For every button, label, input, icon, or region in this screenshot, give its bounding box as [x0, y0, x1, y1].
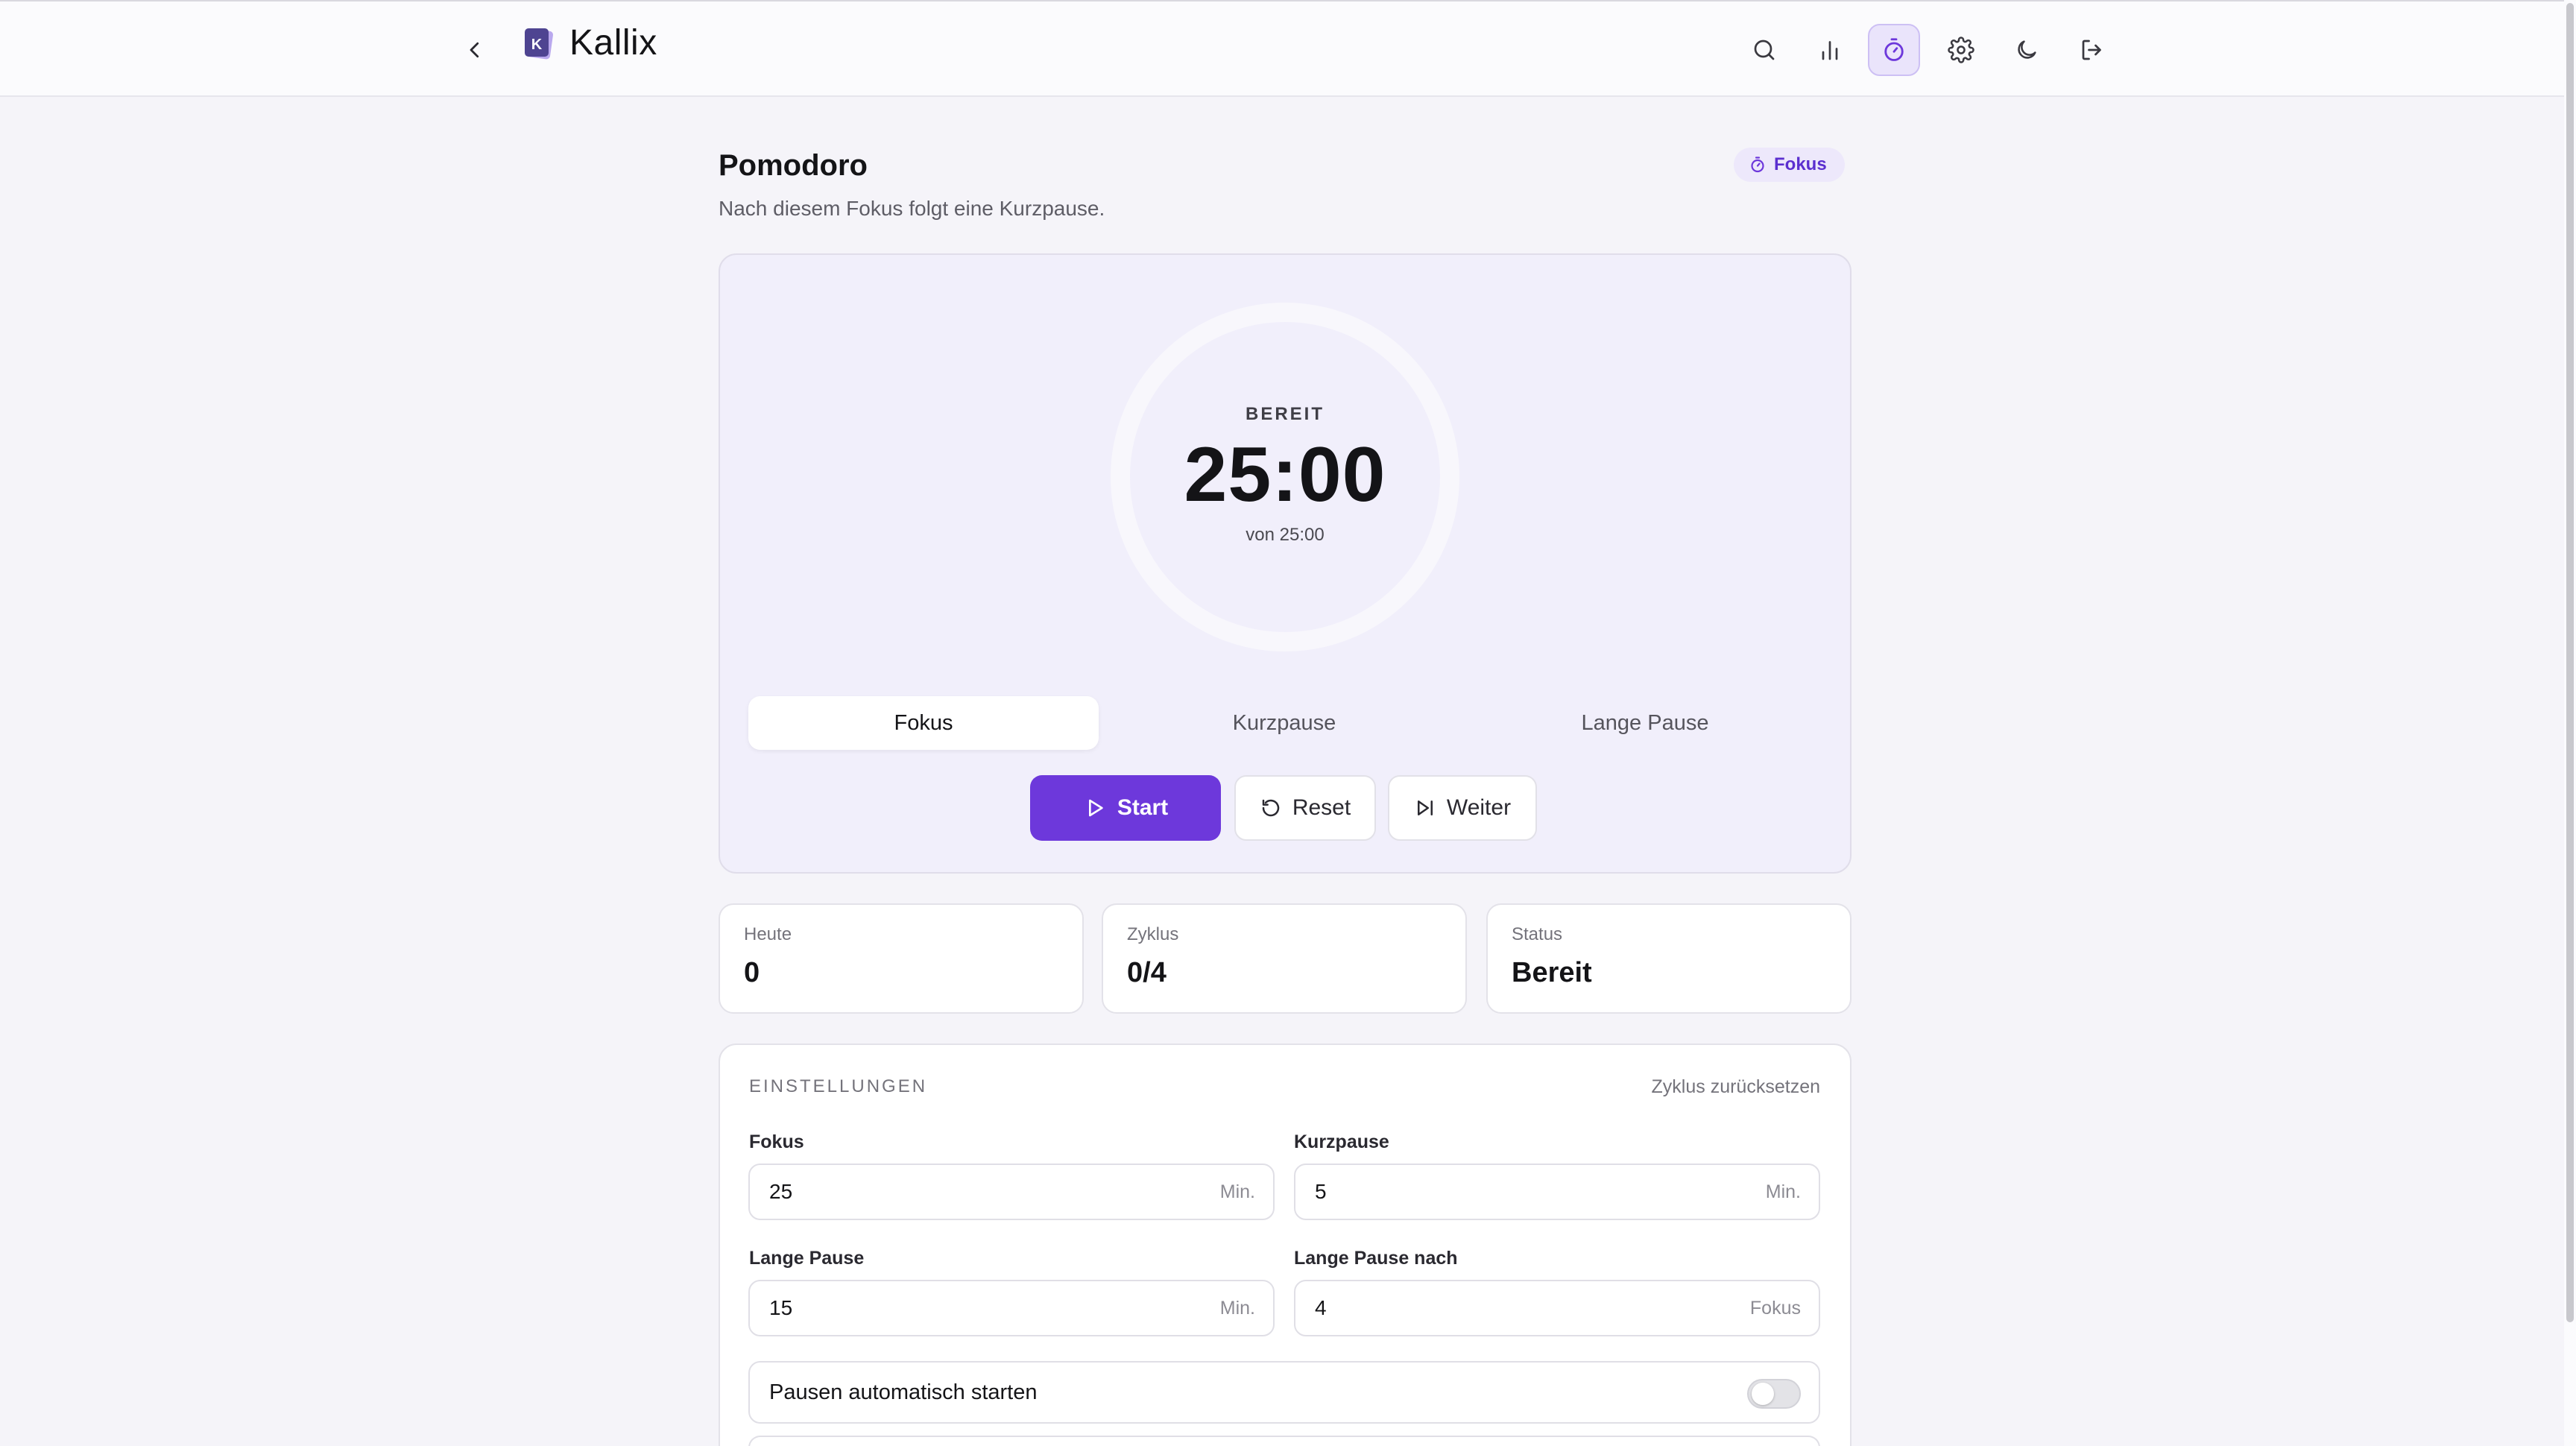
reset-icon	[1262, 799, 1280, 817]
stat-card-status: Status Bereit	[1486, 903, 1852, 1014]
timer-icon	[1751, 157, 1764, 173]
logout-icon	[2082, 40, 2101, 60]
field-label-fokus: Fokus	[749, 1131, 804, 1152]
auto-start-breaks-toggle[interactable]	[1747, 1379, 1801, 1409]
moon-icon	[2018, 40, 2036, 59]
stat-label: Zyklus	[1127, 924, 1179, 944]
stat-card-heute: Heute 0	[719, 903, 1084, 1014]
field-value: 5	[1315, 1180, 1327, 1203]
auto-start-breaks-row[interactable]: Pausen automatisch starten	[748, 1361, 1820, 1424]
toggle-knob	[1752, 1383, 1774, 1405]
stat-label: Heute	[744, 924, 792, 944]
scrollbar[interactable]	[2564, 0, 2576, 1446]
start-button[interactable]: Start	[1030, 775, 1221, 841]
auto-start-breaks-label: Pausen automatisch starten	[769, 1380, 1038, 1404]
skip-forward-icon	[1417, 801, 1433, 815]
timer-display: 25:00	[1184, 432, 1386, 518]
stat-label: Status	[1512, 924, 1563, 944]
timer-total: von 25:00	[1246, 525, 1325, 545]
mode-badge-label: Fokus	[1774, 154, 1827, 174]
logout-button[interactable]	[2066, 24, 2118, 76]
gear-icon	[1948, 37, 1974, 63]
app-header: K Kallix	[0, 1, 2564, 97]
field-label-lange-pause-nach: Lange Pause nach	[1294, 1248, 1458, 1269]
settings-button[interactable]	[1935, 24, 1987, 76]
tab-kurzpause[interactable]: Kurzpause	[1109, 696, 1459, 750]
timer-button[interactable]	[1868, 24, 1920, 76]
next-button-label: Weiter	[1446, 795, 1512, 820]
tab-lange-pause[interactable]: Lange Pause	[1470, 696, 1820, 750]
back-button[interactable]	[456, 31, 493, 69]
start-button-label: Start	[1117, 795, 1169, 820]
logo-letter: K	[531, 37, 543, 53]
stats-icon	[1822, 41, 1838, 60]
lange-pause-interval-input[interactable]: 4 Fokus	[1294, 1280, 1820, 1336]
fokus-duration-input[interactable]: 25 Min.	[748, 1164, 1275, 1220]
scrollbar-thumb[interactable]	[2566, 3, 2574, 1322]
stat-value: 0	[744, 957, 760, 988]
kallix-logo-icon[interactable]: K	[523, 27, 555, 63]
field-unit: Min.	[1219, 1298, 1255, 1319]
brand-name[interactable]: Kallix	[569, 22, 657, 63]
field-unit: Min.	[1765, 1181, 1801, 1202]
timer-icon	[1884, 38, 1904, 61]
page-subtitle: Nach diesem Fokus folgt eine Kurzpause.	[719, 197, 1105, 220]
settings-title: EINSTELLUNGEN	[749, 1076, 928, 1096]
field-value: 4	[1315, 1296, 1327, 1319]
settings-row-partial	[748, 1436, 1820, 1446]
stat-value: Bereit	[1512, 957, 1592, 988]
search-icon	[1754, 40, 1775, 60]
kurzpause-duration-input[interactable]: 5 Min.	[1294, 1164, 1820, 1220]
page-title: Pomodoro	[719, 149, 868, 182]
reset-cycle-link[interactable]: Zyklus zurücksetzen	[1535, 1076, 1820, 1098]
next-button[interactable]: Weiter	[1388, 775, 1537, 841]
mode-badge: Fokus	[1734, 148, 1845, 182]
tab-fokus[interactable]: Fokus	[748, 696, 1099, 750]
field-label-lange-pause: Lange Pause	[749, 1248, 865, 1269]
chevron-left-icon	[470, 42, 479, 58]
field-value: 25	[769, 1180, 793, 1203]
timer-state: BEREIT	[1245, 404, 1325, 424]
stat-card-zyklus: Zyklus 0/4	[1102, 903, 1467, 1014]
lange-pause-duration-input[interactable]: 15 Min.	[748, 1280, 1275, 1336]
play-icon	[1088, 799, 1103, 817]
field-value: 15	[769, 1296, 793, 1319]
reset-button-label: Reset	[1292, 795, 1351, 820]
stats-button[interactable]	[1804, 24, 1856, 76]
stat-value: 0/4	[1127, 957, 1167, 988]
field-unit: Fokus	[1749, 1298, 1801, 1319]
reset-button[interactable]: Reset	[1234, 775, 1376, 841]
field-unit: Min.	[1219, 1181, 1255, 1202]
theme-toggle-button[interactable]	[2001, 24, 2053, 76]
field-label-kurzpause: Kurzpause	[1294, 1131, 1389, 1152]
search-button[interactable]	[1738, 24, 1790, 76]
